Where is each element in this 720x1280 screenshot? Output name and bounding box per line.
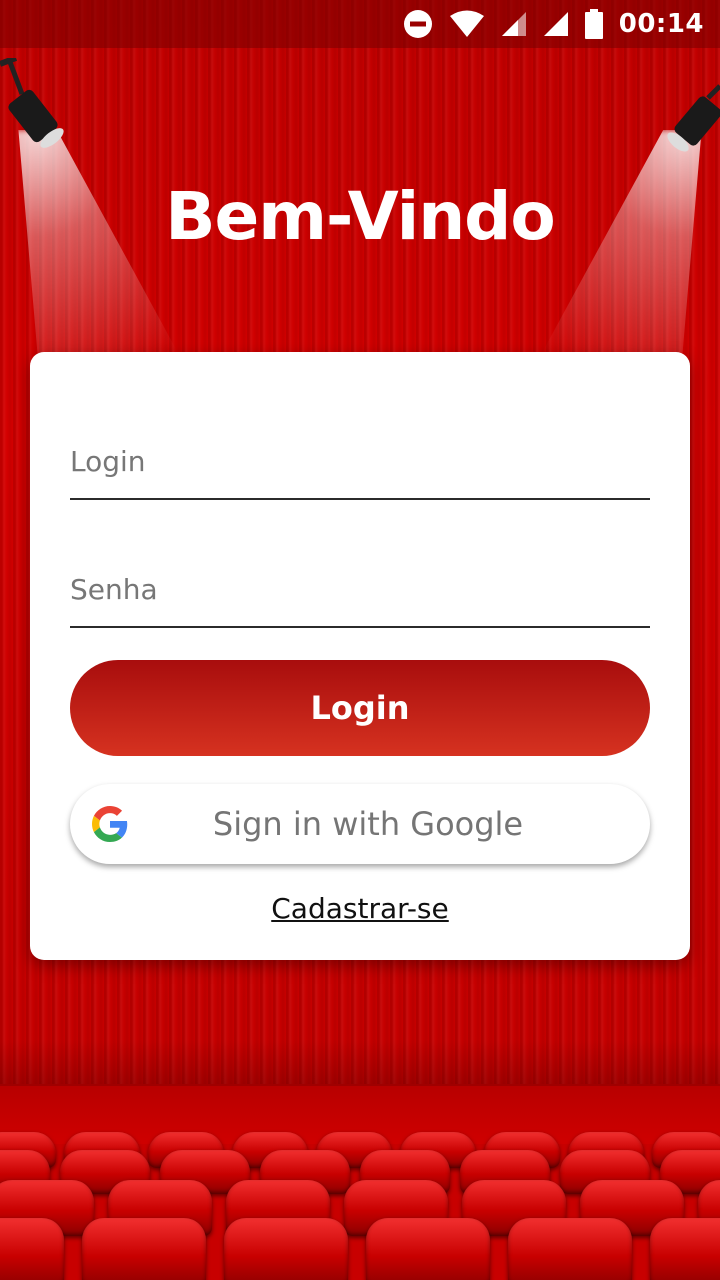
google-sign-in-label: Sign in with Google xyxy=(212,805,524,843)
curtain-shadow xyxy=(0,1040,720,1090)
login-field xyxy=(70,414,650,504)
cinema-seats xyxy=(0,1120,720,1280)
google-sign-in-button[interactable]: Sign in with Google xyxy=(70,784,650,864)
signal-icon xyxy=(543,12,568,36)
seat xyxy=(0,1218,64,1280)
password-field xyxy=(70,542,650,632)
signup-link[interactable]: Cadastrar-se xyxy=(30,892,690,925)
password-input[interactable] xyxy=(70,542,650,628)
battery-icon xyxy=(584,9,603,39)
spotlight-left-icon xyxy=(0,55,80,162)
login-input[interactable] xyxy=(70,414,650,500)
spotlight-right-icon xyxy=(660,58,720,162)
status-time: 00:14 xyxy=(618,9,704,39)
page-title: Bem-Vindo xyxy=(165,178,556,255)
login-card: Login Sign in with Google Cadastrar-se xyxy=(30,352,690,960)
google-logo-icon xyxy=(92,806,128,842)
status-bar: 00:14 xyxy=(0,0,720,48)
login-button[interactable]: Login xyxy=(70,660,650,756)
seat xyxy=(366,1218,490,1280)
do-not-disturb-icon xyxy=(403,10,432,38)
seat xyxy=(508,1218,632,1280)
signal-icon xyxy=(501,12,526,36)
seat xyxy=(224,1218,348,1280)
seat xyxy=(82,1218,206,1280)
seat xyxy=(650,1218,720,1280)
wifi-icon xyxy=(449,10,484,37)
